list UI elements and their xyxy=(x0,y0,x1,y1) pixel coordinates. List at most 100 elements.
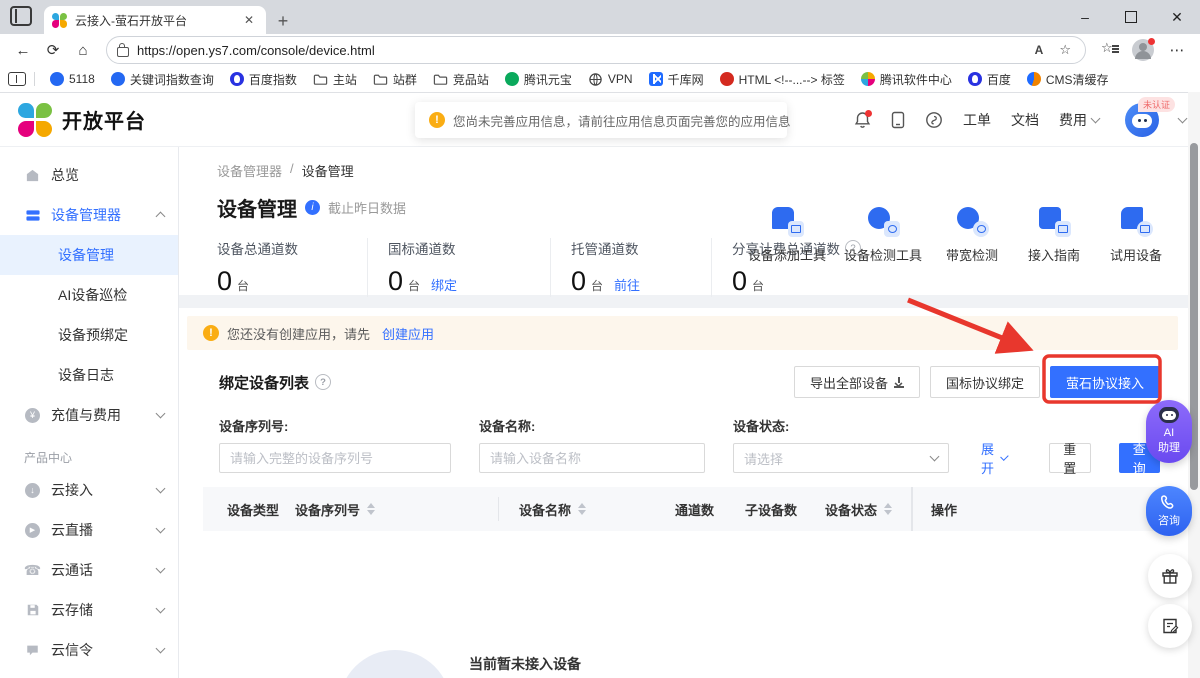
cloud-live-icon: ▶ xyxy=(24,522,41,539)
ai-assistant-button[interactable]: AI 助理 xyxy=(1146,400,1192,463)
device-manager-icon xyxy=(24,207,41,224)
col-serial-number[interactable]: 设备序列号 xyxy=(293,500,498,519)
gb-protocol-bind-button[interactable]: 国标协议绑定 xyxy=(930,366,1040,398)
bookmark-yuanbao-icon xyxy=(505,72,519,86)
chevron-down-icon xyxy=(1091,113,1101,123)
tool-bandwidth-detect[interactable]: 带宽检测 xyxy=(942,207,1002,264)
col-device-name[interactable]: 设备名称 xyxy=(498,497,673,521)
overview-icon xyxy=(24,167,41,184)
tool-device-detect[interactable]: 设备检测工具 xyxy=(846,207,920,264)
url-text[interactable]: https://open.ys7.com/console/device.html xyxy=(137,43,1023,58)
sidebar-item-recharge[interactable]: ¥ 充值与费用 xyxy=(0,395,178,435)
bookmark-item[interactable]: 百度 xyxy=(961,68,1018,90)
chevron-down-icon xyxy=(156,644,166,654)
col-channel-count: 通道数 xyxy=(673,500,743,519)
serial-number-input[interactable] xyxy=(219,443,451,473)
sidebar-item-cloud-storage[interactable]: 云存储 xyxy=(0,590,178,630)
notification-bell-icon[interactable] xyxy=(854,111,871,129)
empty-text: 当前暂未接入设备 xyxy=(469,654,581,674)
sort-icon[interactable] xyxy=(578,503,586,515)
bookmark-item[interactable]: 关键词指数查询 xyxy=(104,68,221,90)
gift-icon xyxy=(1160,566,1180,586)
platform-logo[interactable] xyxy=(18,103,52,137)
sidebar-item-overview[interactable]: 总览 xyxy=(0,155,178,195)
nav-work-order[interactable]: 工单 xyxy=(963,110,991,130)
browser-menu-button[interactable]: ⋯ xyxy=(1164,37,1190,63)
sidebar-item-cloud-access[interactable]: ↓ 云接入 xyxy=(0,470,178,510)
refresh-button[interactable]: ⟳ xyxy=(40,37,66,63)
compass-icon[interactable] xyxy=(925,111,943,129)
window-close-button[interactable]: ✕ xyxy=(1154,0,1200,34)
bookmark-item[interactable]: 腾讯元宝 xyxy=(498,68,579,90)
nav-billing[interactable]: 费用 xyxy=(1059,110,1099,130)
tool-trial-device[interactable]: 试用设备 xyxy=(1106,207,1166,264)
tool-device-add[interactable]: 设备添加工具 xyxy=(750,207,824,264)
bookmark-item[interactable]: 腾讯软件中心 xyxy=(854,68,959,90)
site-favicon xyxy=(52,13,67,28)
title-note: 截止昨日数据 xyxy=(328,198,406,217)
sort-icon[interactable] xyxy=(367,503,375,515)
bookmark-item[interactable]: 5118 xyxy=(43,68,102,90)
bookmark-keyword-index-icon xyxy=(111,72,125,86)
consult-button[interactable]: 咨询 xyxy=(1146,486,1192,536)
feedback-button[interactable] xyxy=(1148,604,1192,648)
avatar-chevron-down-icon[interactable] xyxy=(1178,113,1188,123)
expand-link[interactable]: 展开 xyxy=(981,443,1007,473)
unverified-badge: 未认证 xyxy=(1138,97,1175,112)
bookmark-item[interactable]: 千库网 xyxy=(642,68,711,90)
col-device-status[interactable]: 设备状态 xyxy=(823,500,911,519)
read-aloud-icon[interactable]: A xyxy=(1031,43,1048,57)
tab-workspaces-icon[interactable] xyxy=(10,6,32,26)
globe-icon xyxy=(588,72,603,87)
download-icon xyxy=(894,377,904,387)
bind-link[interactable]: 绑定 xyxy=(431,275,457,294)
sidebar-toggle-icon[interactable] xyxy=(8,72,26,86)
home-button[interactable]: ⌂ xyxy=(70,37,96,63)
user-avatar[interactable]: 未认证 xyxy=(1125,103,1159,137)
device-name-input[interactable] xyxy=(479,443,705,473)
sidebar-item-device-manager[interactable]: 设备管理器 xyxy=(0,195,178,235)
favorite-star-icon[interactable]: ☆ xyxy=(1055,42,1075,58)
address-bar[interactable]: https://open.ys7.com/console/device.html… xyxy=(106,36,1086,64)
sidebar-item-device-log[interactable]: 设备日志 xyxy=(0,355,178,395)
window-minimize-button[interactable]: – xyxy=(1062,0,1108,34)
export-all-devices-button[interactable]: 导出全部设备 xyxy=(794,366,920,398)
mobile-app-icon[interactable] xyxy=(891,111,905,129)
browser-tab[interactable]: 云接入-萤石开放平台 ✕ xyxy=(44,6,266,34)
sidebar: 总览 设备管理器 设备管理 AI设备巡检 设备预绑定 设备日志 ¥ 充值与费用 … xyxy=(0,147,179,678)
sidebar-item-cloud-live[interactable]: ▶ 云直播 xyxy=(0,510,178,550)
create-app-link[interactable]: 创建应用 xyxy=(382,324,434,343)
gift-button[interactable] xyxy=(1148,554,1192,598)
ezviz-protocol-access-button[interactable]: 萤石协议接入 xyxy=(1050,366,1160,398)
breadcrumb-parent[interactable]: 设备管理器 xyxy=(217,161,282,180)
tool-access-guide[interactable]: 接入指南 xyxy=(1024,207,1084,264)
sidebar-item-ai-inspection[interactable]: AI设备巡检 xyxy=(0,275,178,315)
back-button[interactable]: ← xyxy=(10,37,36,63)
sidebar-item-device-management[interactable]: 设备管理 xyxy=(0,235,178,275)
nav-docs[interactable]: 文档 xyxy=(1011,110,1039,130)
help-icon[interactable]: ? xyxy=(315,374,331,390)
collections-icon[interactable] xyxy=(1096,37,1122,63)
window-maximize-button[interactable] xyxy=(1108,0,1154,34)
brand-title: 开放平台 xyxy=(62,105,146,134)
bookmark-item[interactable]: CMS清缓存 xyxy=(1020,68,1116,90)
browser-profile-avatar[interactable] xyxy=(1132,39,1154,61)
sidebar-item-cloud-signaling[interactable]: 云信令 xyxy=(0,630,178,670)
reset-button[interactable]: 重 置 xyxy=(1049,443,1090,473)
bookmark-item[interactable]: 主站 xyxy=(306,68,364,90)
new-tab-button[interactable]: + xyxy=(274,12,292,30)
tab-close-button[interactable]: ✕ xyxy=(240,11,258,29)
sort-icon[interactable] xyxy=(884,503,892,515)
bookmark-item[interactable]: VPN xyxy=(581,68,640,90)
sidebar-item-cloud-call[interactable]: ☎ 云通话 xyxy=(0,550,178,590)
chevron-down-icon xyxy=(1001,452,1009,460)
bookmark-baidu-icon xyxy=(968,72,982,86)
bookmark-item[interactable]: 百度指数 xyxy=(223,68,304,90)
bookmark-item[interactable]: 站群 xyxy=(366,68,424,90)
sidebar-item-device-prebind[interactable]: 设备预绑定 xyxy=(0,315,178,355)
bookmark-item[interactable]: 竞品站 xyxy=(426,68,496,90)
chevron-down-icon xyxy=(156,564,166,574)
device-status-select[interactable]: 请选择 xyxy=(733,443,949,473)
bookmark-item[interactable]: HTML <!--...--> 标签 xyxy=(713,68,852,90)
goto-link[interactable]: 前往 xyxy=(614,275,640,294)
